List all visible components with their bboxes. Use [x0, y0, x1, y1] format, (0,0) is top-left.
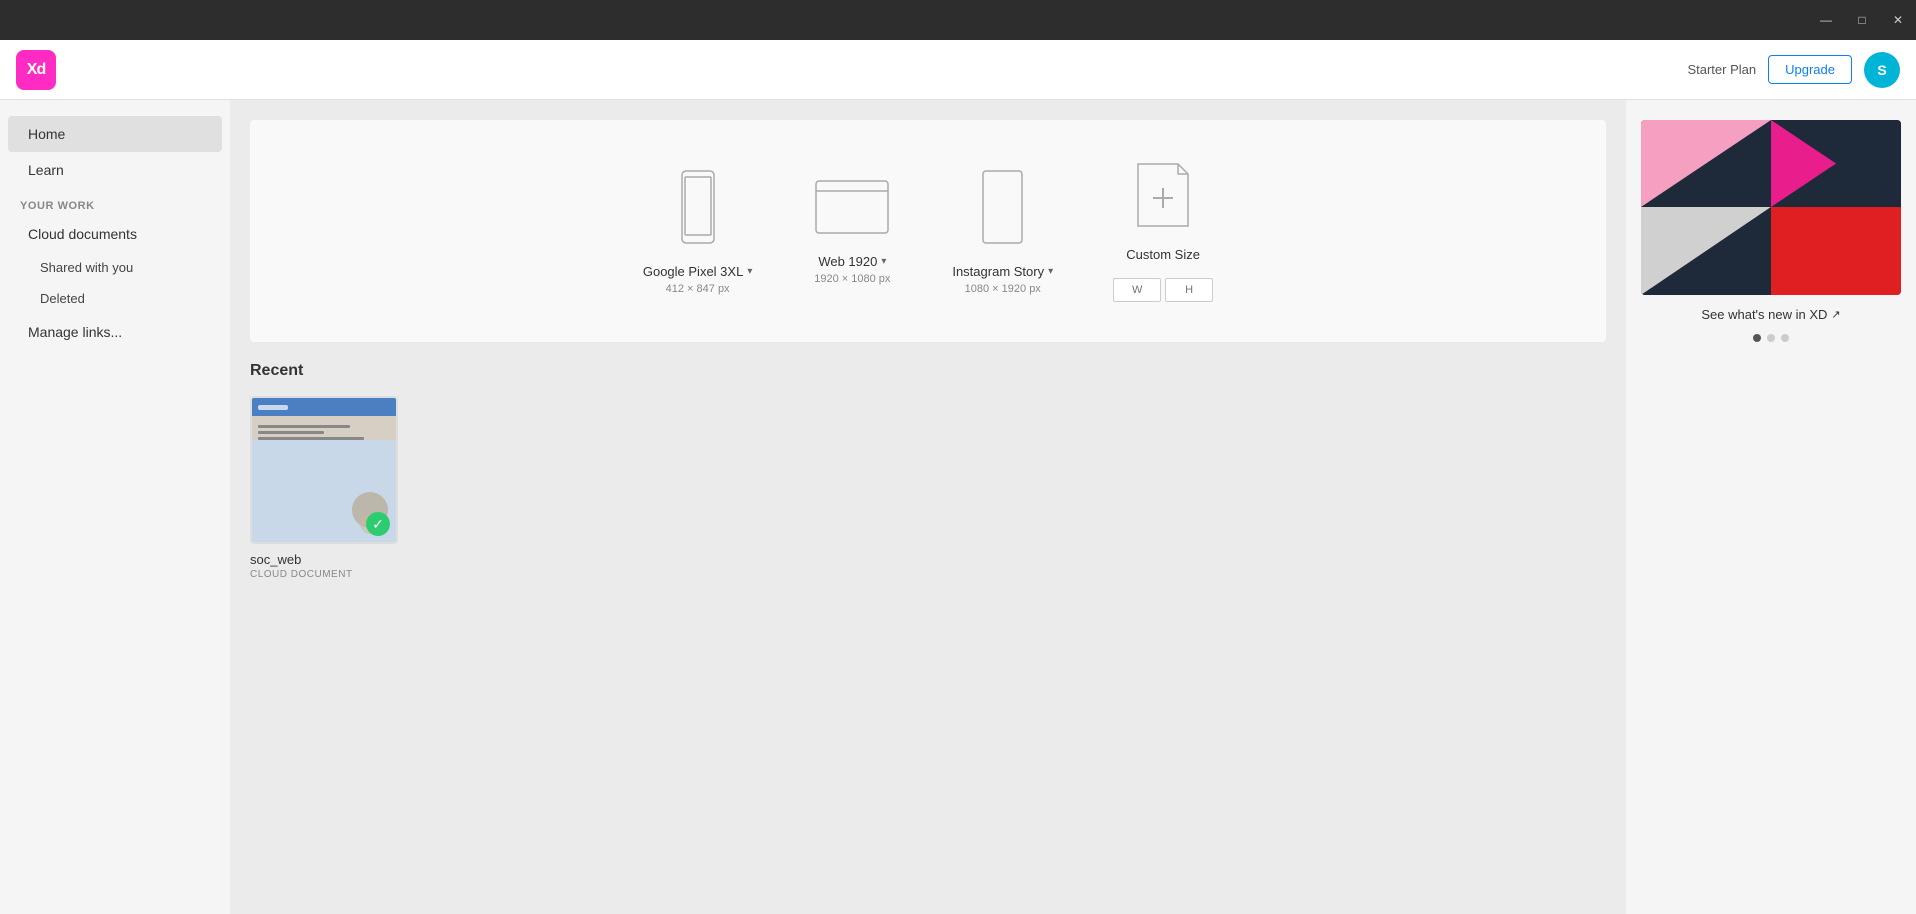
google-pixel-label-text: Google Pixel 3XL [643, 264, 743, 279]
preset-custom-size[interactable]: Custom Size [1113, 160, 1213, 302]
header-left: Xd [16, 50, 56, 90]
right-panel: See what's new in XD ↗ [1626, 100, 1916, 914]
header-right: Starter Plan Upgrade S [1687, 52, 1900, 88]
title-bar: — □ ✕ [0, 0, 1916, 40]
xd-logo: Xd [16, 50, 56, 90]
whats-new-link[interactable]: See what's new in XD ↗ [1701, 307, 1840, 322]
upgrade-button[interactable]: Upgrade [1768, 55, 1852, 84]
sidebar-item-deleted[interactable]: Deleted [8, 283, 222, 314]
web-1920-label: Web 1920 ▾ [818, 254, 886, 269]
custom-size-icon [1128, 160, 1198, 235]
file-card[interactable]: ✓ soc_web CLOUD DOCUMENT [250, 396, 398, 580]
chevron-down-icon: ▾ [747, 266, 752, 277]
sync-badge: ✓ [366, 512, 390, 536]
sidebar-item-shared-with-you[interactable]: Shared with you [8, 252, 222, 283]
instagram-story-label-text: Instagram Story [952, 264, 1044, 279]
chevron-down-icon: ▾ [881, 256, 886, 267]
custom-height-input[interactable] [1165, 278, 1213, 302]
sidebar-item-home[interactable]: Home [8, 116, 222, 152]
custom-size-label: Custom Size [1126, 247, 1200, 262]
recent-title: Recent [250, 362, 1606, 380]
chevron-down-icon: ▾ [1048, 266, 1053, 277]
carousel-dot-1[interactable] [1753, 334, 1761, 342]
content-area: Google Pixel 3XL ▾ 412 × 847 px Web 1920 [230, 100, 1626, 914]
carousel-dots [1753, 334, 1789, 342]
custom-width-input[interactable] [1113, 278, 1161, 302]
instagram-story-dims: 1080 × 1920 px [965, 283, 1041, 295]
file-name: soc_web [250, 552, 398, 567]
external-link-icon: ↗ [1831, 308, 1840, 321]
avatar[interactable]: S [1864, 52, 1900, 88]
web-1920-label-text: Web 1920 [818, 254, 877, 269]
whats-new-text: See what's new in XD [1701, 307, 1827, 322]
recent-section: Recent [230, 362, 1626, 600]
sidebar-item-learn[interactable]: Learn [8, 152, 222, 188]
custom-size-label-text: Custom Size [1126, 247, 1200, 262]
minimize-button[interactable]: — [1816, 10, 1836, 30]
sidebar: Home Learn YOUR WORK Cloud documents Sha… [0, 100, 230, 914]
carousel-dot-3[interactable] [1781, 334, 1789, 342]
title-bar-controls: — □ ✕ [1816, 10, 1908, 30]
sidebar-section-your-work: YOUR WORK [0, 188, 230, 216]
sidebar-item-manage-links[interactable]: Manage links... [8, 314, 222, 350]
sidebar-item-cloud-documents[interactable]: Cloud documents [8, 216, 222, 252]
new-file-panel: Google Pixel 3XL ▾ 412 × 847 px Web 1920 [250, 120, 1606, 342]
whats-new-graphic [1641, 120, 1901, 295]
file-thumbnail: ✓ [250, 396, 398, 544]
carousel-dot-2[interactable] [1767, 334, 1775, 342]
web-1920-dims: 1920 × 1080 px [814, 273, 890, 285]
starter-plan-text: Starter Plan [1687, 62, 1756, 77]
file-type: CLOUD DOCUMENT [250, 569, 398, 580]
google-pixel-dims: 412 × 847 px [666, 283, 730, 295]
preset-google-pixel[interactable]: Google Pixel 3XL ▾ 412 × 847 px [643, 167, 752, 295]
maximize-button[interactable]: □ [1852, 10, 1872, 30]
preset-web-1920[interactable]: Web 1920 ▾ 1920 × 1080 px [812, 177, 892, 285]
instagram-story-label: Instagram Story ▾ [952, 264, 1053, 279]
instagram-story-icon [975, 167, 1030, 252]
google-pixel-label: Google Pixel 3XL ▾ [643, 264, 752, 279]
custom-size-inputs [1113, 278, 1213, 302]
main-layout: Home Learn YOUR WORK Cloud documents Sha… [0, 100, 1916, 914]
preset-instagram-story[interactable]: Instagram Story ▾ 1080 × 1920 px [952, 167, 1053, 295]
header: Xd Starter Plan Upgrade S [0, 40, 1916, 100]
google-pixel-icon [668, 167, 728, 252]
web-1920-icon [812, 177, 892, 242]
close-button[interactable]: ✕ [1888, 10, 1908, 30]
